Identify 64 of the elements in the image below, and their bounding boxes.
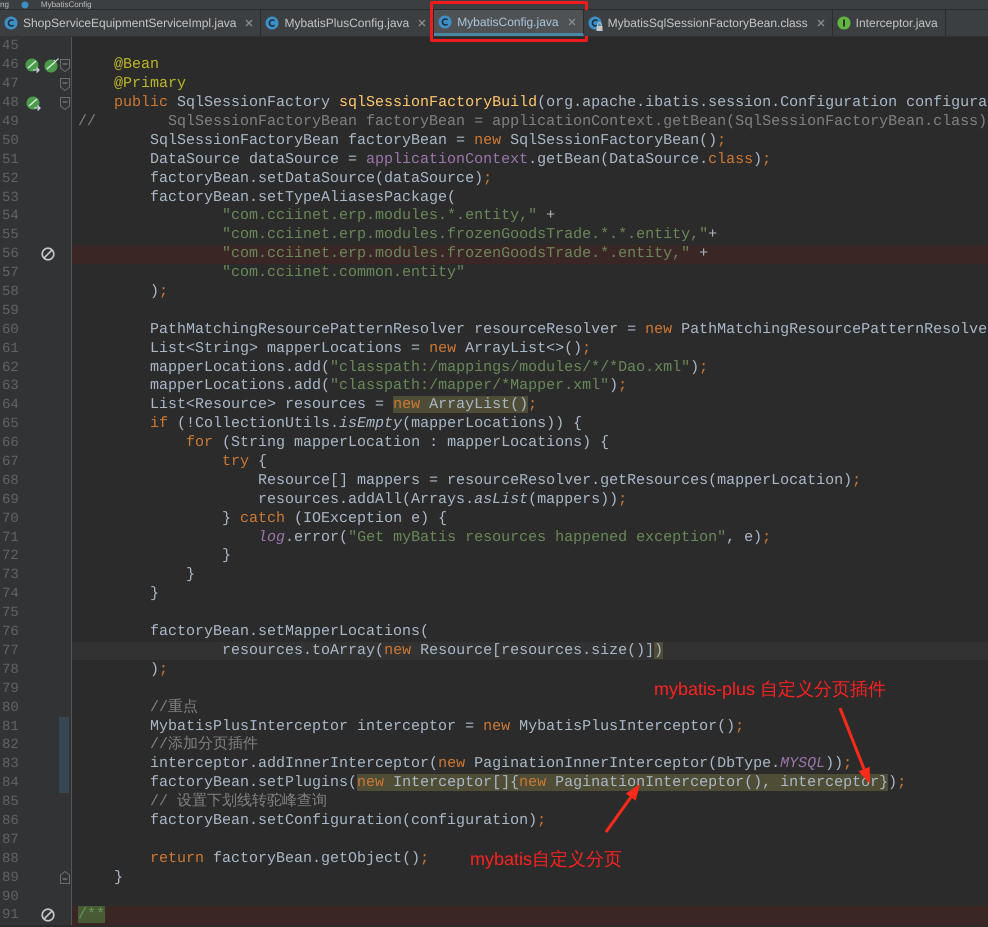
code-line: mapperLocations.add("classpath:/mappings/modules/*/*Dao.xml"); [149,358,708,377]
code-line: } [221,547,232,566]
code-line: for (String mapperLocation : mapperLocations) { [185,434,610,452]
disabled-breakpoint-icon [41,247,56,262]
code-line: if (!CollectionUtils.isEmpty(mapperLocations)) { [149,415,582,434]
change-marker [59,774,69,793]
code-line: "com.cciinet.erp.modules.frozenGoodsTrade.*.*.entity,"+ [221,226,718,244]
code-line: resources.toArray(new Resource[resources.size()]) [221,642,664,660]
code-line: factoryBean.setDataSource(dataSource); [149,170,492,188]
code-line: ); [149,283,168,302]
class-icon [20,0,29,8]
code-line: factoryBean.setTypeAliasesPackage( [149,188,456,207]
code-line: "com.cciinet.erp.modules.*.entity," + [221,207,556,226]
code-line: } [113,868,124,887]
code-line: } [185,566,196,584]
code-line: SqlSessionFactoryBean factoryBean = new SqlSessionFactoryBean(); [149,132,726,150]
close-icon [568,18,576,26]
code-line: resources.addAll(Arrays.asList(mappers)); [257,490,628,509]
bean-check-icon [44,58,60,73]
code-line: //重点 [149,698,198,717]
code-line: log.error("Get myBatis resources happened exception", e); [257,528,772,547]
code-line: interceptor.addInnerInterceptor(new PaginationInnerInterceptor(DbType.MYSQL)); [149,755,852,774]
close-icon [418,19,426,27]
code-line: "com.cciinet.common.entity" [221,264,466,282]
class-icon [4,16,18,30]
code-line: MybatisPlusInterceptor interceptor = new MybatisPlusInterceptor(); [149,718,744,736]
code-line: public SqlSessionFactory sqlSessionFactoryBuild(org.apache.ibatis.session.Configuration configura [113,94,988,112]
code-line: } [149,585,160,604]
breadcrumb-item[interactable]: ng [0,0,9,8]
breadcrumb-item[interactable]: MybatisConfig [40,0,92,8]
annotation-label: mybatis自定义分页 [470,848,622,871]
code-line: // 设置下划线转驼峰查询 [149,793,328,812]
disabled-breakpoint-icon [41,908,56,922]
code-line: factoryBean.setMapperLocations( [149,623,430,642]
bean-navigation-icon [25,58,40,73]
code-line: DataSource dataSource = applicationContext.getBean(DataSource.class); [149,150,772,169]
editor-tab[interactable]: MybatisConfig.java [434,10,584,36]
code-line: return factoryBean.getObject(); [149,850,430,868]
code-line: //添加分页插件 [149,736,258,754]
code-line: "com.cciinet.erp.modules.frozenGoodsTrade.*.entity," + [221,245,708,264]
class-icon [265,16,280,30]
code-line: @Primary [113,75,186,94]
code-line: ); [149,660,168,679]
code-line: @Bean [113,56,160,74]
close-icon [816,19,825,27]
code-line: List<Resource> resources = new ArrayList(); [149,396,538,414]
editor-tab[interactable]: Interceptor.java [832,10,946,36]
bean-navigation-icon [26,96,41,111]
code-line: Resource[] mappers = resourceResolver.getResources(mapperLocation); [257,472,862,490]
interface-icon [836,16,851,30]
change-marker [59,717,69,736]
code-line: factoryBean.setConfiguration(configuration); [149,812,546,830]
class-icon [438,14,452,28]
editor-tab[interactable]: MybatisSqlSessionFactoryBean.class [584,10,833,36]
code-line: List<String> mapperLocations = new ArrayList<>(); [149,340,592,358]
code-line: // SqlSessionFactoryBean factoryBean = applicationContext.getBean(SqlSessionFactoryBean.class) [78,113,988,131]
close-icon [245,19,254,27]
annotation-label: mybatis-plus 自定义分页插件 [654,678,886,701]
code-line: mapperLocations.add("classpath:/mapper/*Mapper.xml"); [149,377,628,396]
locked-class-icon [588,16,603,30]
code-line: } catch (IOException e) { [221,510,448,528]
code-line: PathMatchingResourcePatternResolver resourceResolver = new PathMatchingResourcePatternResolve [149,320,988,339]
code-line: factoryBean.setPlugins(new Interceptor[]{new PaginationInterceptor(), interceptor}); [149,774,906,792]
code-line: try { [221,453,268,472]
